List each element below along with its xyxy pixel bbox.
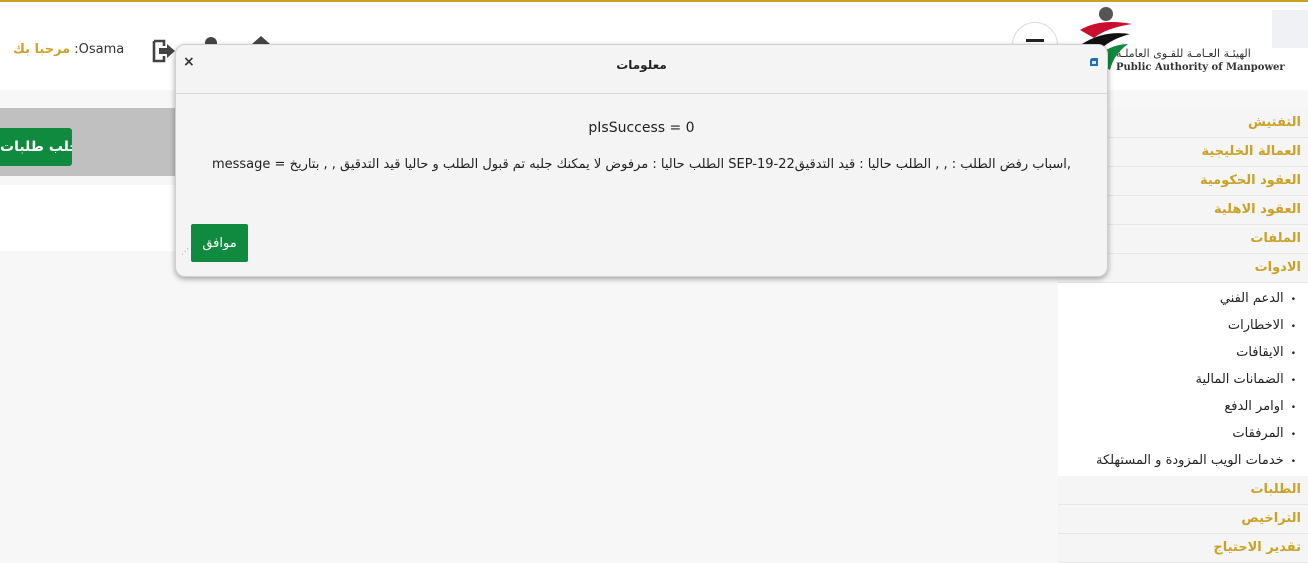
submenu-item-payment-orders[interactable]: اوامر الدفع <box>1058 393 1308 420</box>
welcome-label: مرحبا بك <box>13 42 71 57</box>
sidebar-item-requests[interactable]: الطلبات <box>1058 476 1308 505</box>
submenu-item-web-services[interactable]: خدمات الويب المزودة و المستهلكة <box>1058 447 1308 474</box>
logout-icon[interactable] <box>150 38 176 64</box>
success-status-text: pIsSuccess = 0 <box>588 120 695 136</box>
submenu-item-suspensions[interactable]: الايقافات <box>1058 339 1308 366</box>
dialog-header: × معلومات <box>176 45 1107 94</box>
info-icon <box>1090 58 1098 66</box>
submenu-item-tech-support[interactable]: الدعم الفني <box>1058 285 1308 312</box>
dialog-title: معلومات <box>616 58 667 72</box>
message-text: message = الطلب حاليا : مرفوض لا يمكنك ج… <box>211 157 1072 172</box>
sidebar-item-licenses[interactable]: التراخيص <box>1058 505 1308 534</box>
submenu-item-attachments[interactable]: المرفقات <box>1058 420 1308 447</box>
logo-english-text: Public Authority of Manpower <box>1116 62 1285 73</box>
user-name: :Osama <box>74 42 125 57</box>
sidebar-item-needs-estimation[interactable]: تقدير الاحتياج <box>1058 534 1308 563</box>
submenu-item-notifications[interactable]: الاخطارات <box>1058 312 1308 339</box>
info-dialog: × معلومات pIsSuccess = 0 message = الطلب… <box>175 44 1108 277</box>
header-corner-box <box>1272 10 1308 48</box>
logo-arabic-text: الهيئـة العـامـة للقـوى العاملـة <box>1116 47 1251 60</box>
menu-icon <box>1026 39 1044 42</box>
welcome-text: مرحبا بك:Osama <box>13 42 124 57</box>
ok-button[interactable]: موافق <box>191 224 248 262</box>
submenu-item-financial-guarantees[interactable]: الضمانات المالية <box>1058 366 1308 393</box>
fetch-requests-button[interactable]: جلب طلبات <box>0 128 72 166</box>
tools-submenu: الدعم الفني الاخطارات الايقافات الضمانات… <box>1058 283 1308 476</box>
resize-grip-icon[interactable]: ⋰ <box>181 247 189 256</box>
